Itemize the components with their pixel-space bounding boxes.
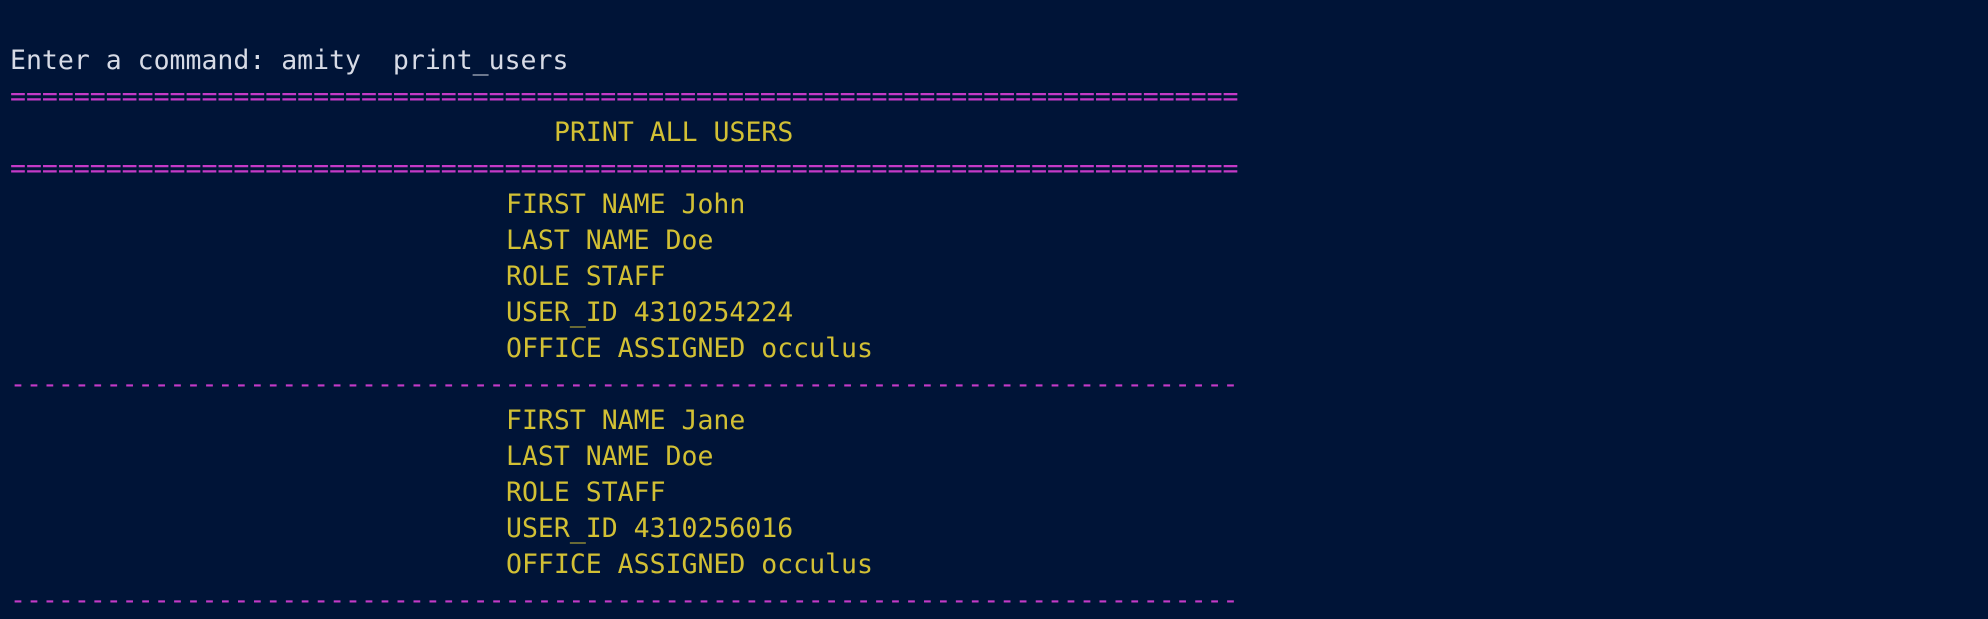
user-id: USER_ID 4310254224	[506, 297, 794, 328]
user-office: OFFICE ASSIGNED occulus	[506, 333, 873, 364]
user-divider: ----------------------------------------…	[10, 585, 1239, 616]
output-title: PRINT ALL USERS	[554, 117, 794, 148]
user-first-name: FIRST NAME John	[506, 189, 746, 220]
user-last-name: LAST NAME Doe	[506, 225, 714, 256]
user-last-name: LAST NAME Doe	[506, 441, 714, 472]
user-role: ROLE STAFF	[506, 261, 666, 292]
user-divider: ----------------------------------------…	[10, 369, 1239, 400]
user-office: OFFICE ASSIGNED occulus	[506, 549, 873, 580]
terminal-window[interactable]: Enter a command: amity print_users =====…	[0, 0, 1988, 616]
user-first-name: FIRST NAME Jane	[506, 405, 746, 436]
command-prompt-line: Enter a command: amity print_users	[10, 45, 569, 76]
double-separator-top: ========================================…	[10, 81, 1239, 112]
user-role: ROLE STAFF	[506, 477, 666, 508]
double-separator-bottom: ========================================…	[10, 153, 1239, 184]
user-id: USER_ID 4310256016	[506, 513, 794, 544]
